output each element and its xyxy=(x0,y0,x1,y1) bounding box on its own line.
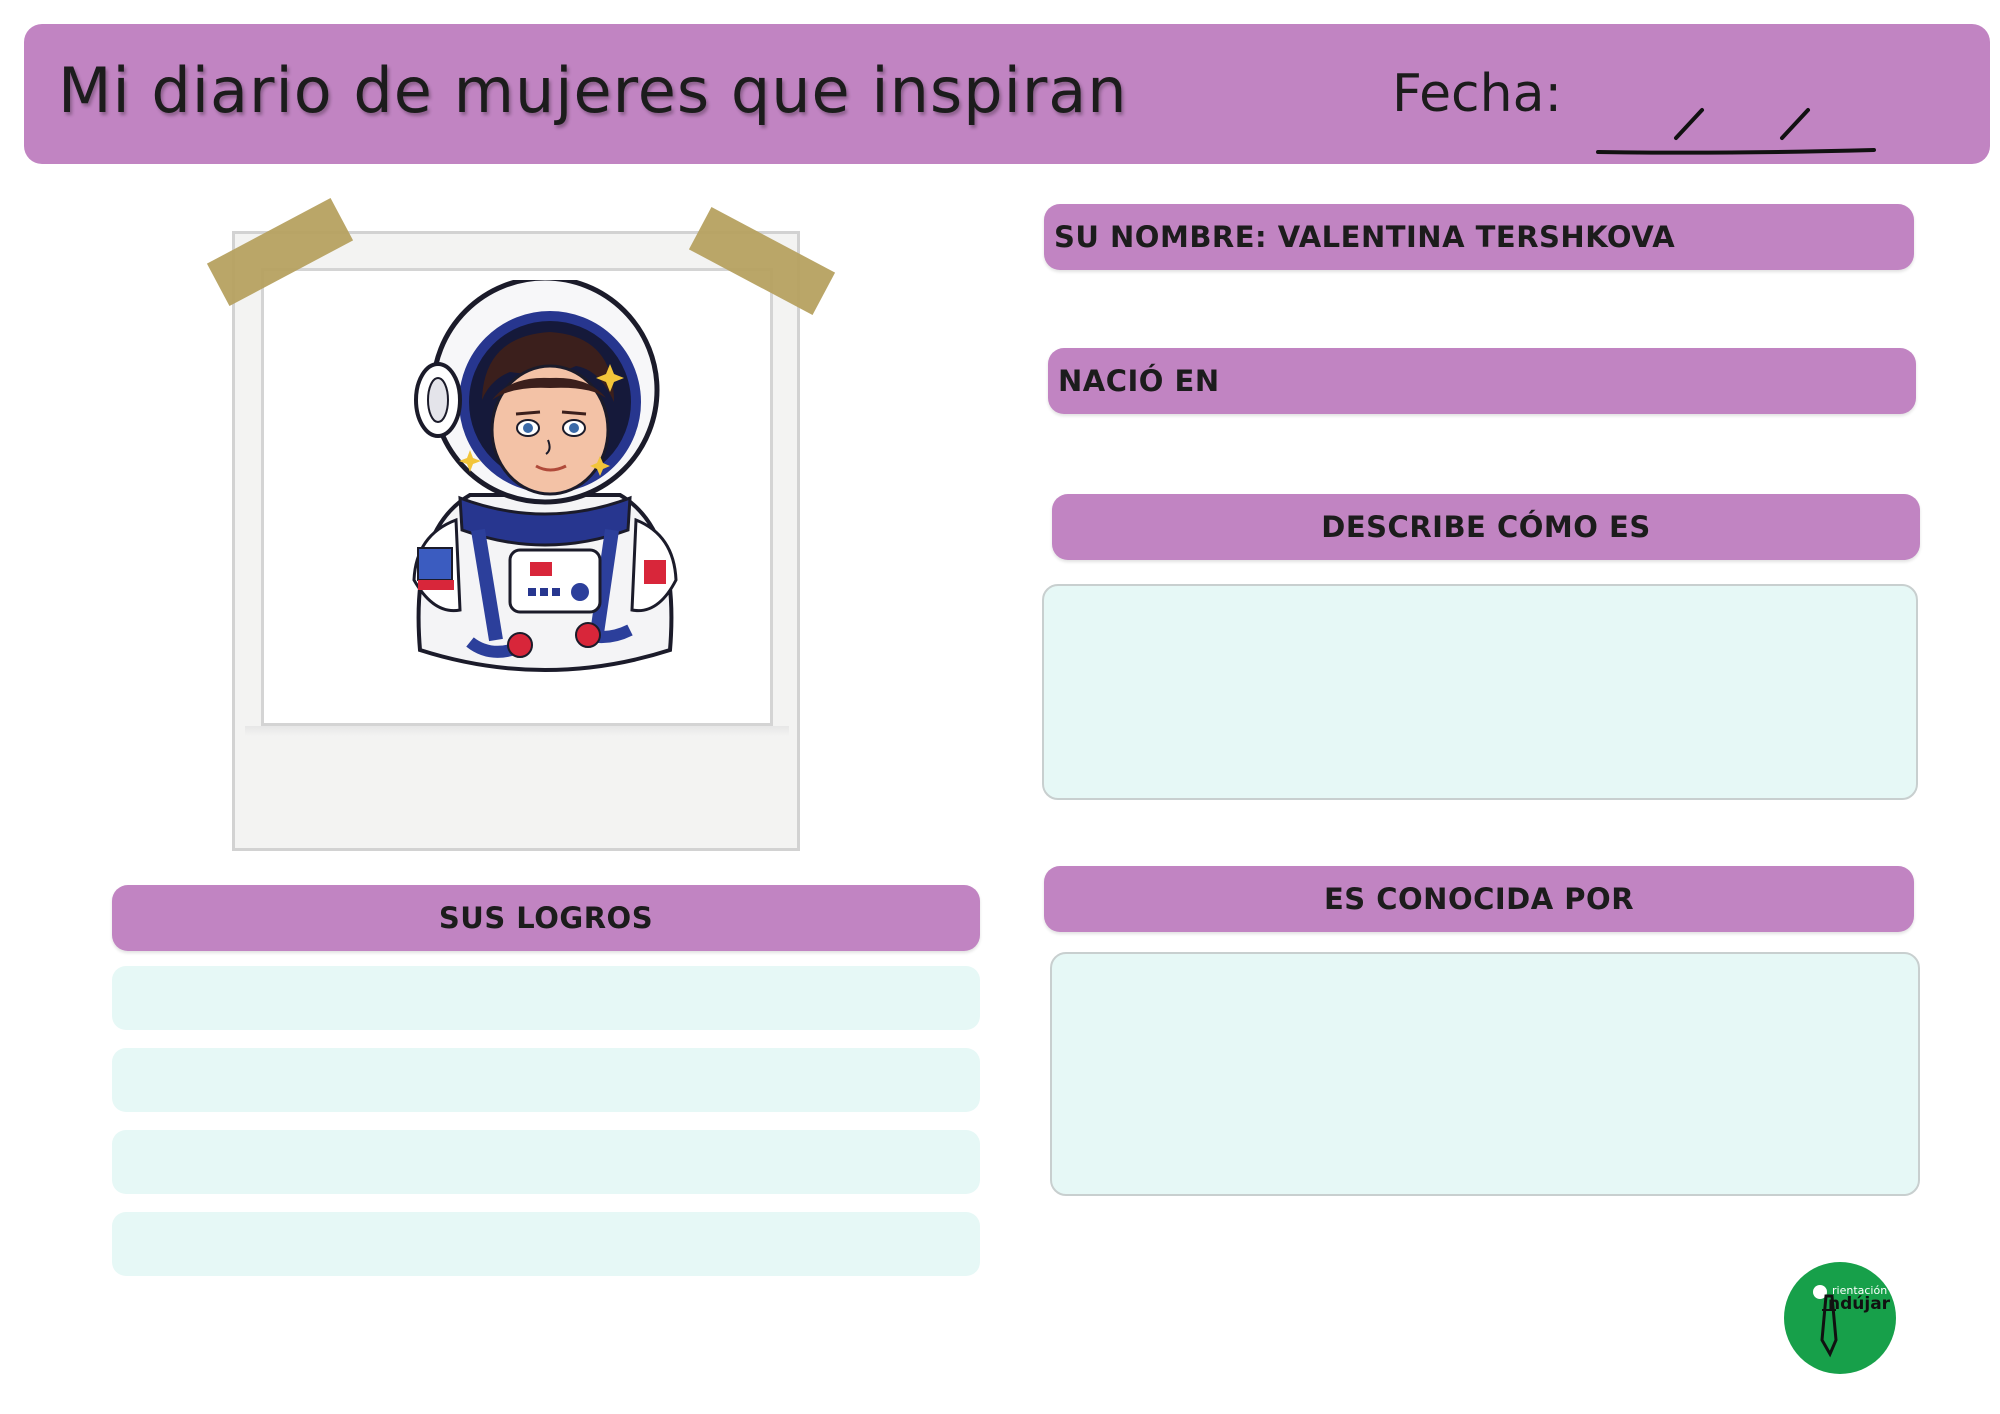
describe-label: DESCRIBE CÓMO ES xyxy=(1321,510,1651,544)
achievement-line-1[interactable] xyxy=(112,966,980,1030)
name-label-bar: SU NOMBRE: VALENTINA TERSHKOVA xyxy=(1044,204,1914,270)
describe-answer-box[interactable] xyxy=(1042,584,1918,800)
header-bar: Mi diario de mujeres que inspiran Fecha: xyxy=(24,24,1990,164)
born-label: NACIÓ EN xyxy=(1058,364,1220,398)
known-for-answer-box[interactable] xyxy=(1050,952,1920,1196)
achievements-label-bar: SUS LOGROS xyxy=(112,885,980,951)
known-for-label-bar: ES CONOCIDA POR xyxy=(1044,866,1914,932)
achievement-line-2[interactable] xyxy=(112,1048,980,1112)
achievements-label: SUS LOGROS xyxy=(438,901,654,935)
worksheet-page: Mi diario de mujeres que inspiran Fecha: xyxy=(0,0,2000,1414)
logo-text-line2: ndújar xyxy=(1828,1294,1891,1314)
describe-label-bar: DESCRIBE CÓMO ES xyxy=(1052,494,1920,560)
achievement-line-4[interactable] xyxy=(112,1212,980,1276)
achievement-line-3[interactable] xyxy=(112,1130,980,1194)
date-input-line[interactable] xyxy=(1574,70,1894,170)
date-label: Fecha: xyxy=(1392,64,1562,124)
orientacion-andujar-logo-icon: rientación ndújar xyxy=(1784,1262,1896,1374)
page-title: Mi diario de mujeres que inspiran xyxy=(58,54,1128,127)
name-label: SU NOMBRE: VALENTINA TERSHKOVA xyxy=(1054,220,1676,254)
astronaut-illustration-icon xyxy=(412,280,678,672)
polaroid-divider xyxy=(245,726,789,736)
born-label-bar: NACIÓ EN xyxy=(1048,348,1916,414)
known-for-label: ES CONOCIDA POR xyxy=(1323,882,1635,916)
